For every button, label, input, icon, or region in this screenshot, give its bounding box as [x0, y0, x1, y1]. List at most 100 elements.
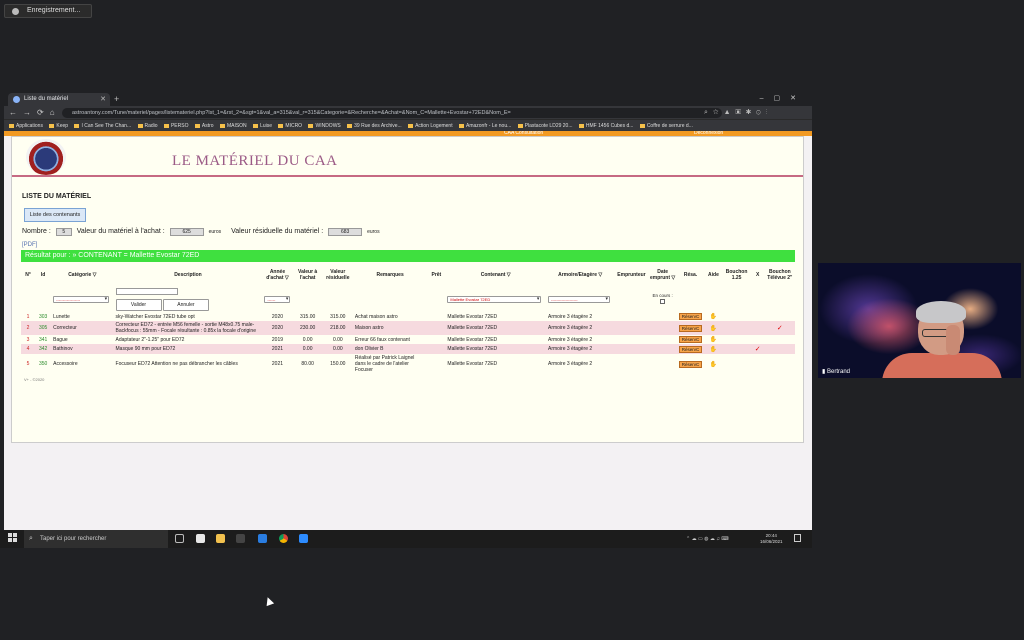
row-description: Adaptateur 2"-1.25" pour ED72	[113, 335, 263, 344]
row-container: Mallette Evostar 72ED	[445, 354, 546, 374]
bookmark[interactable]: PERSO	[164, 123, 189, 129]
col-cabinet[interactable]: Armoire/Etagère ▽	[546, 264, 614, 286]
year-filter-select[interactable]: ------	[264, 295, 291, 303]
col-purchase-value: Valeur à l'achat	[298, 269, 318, 281]
extension-icons[interactable]: ⌕☆▲▣✱⊙⋮	[704, 106, 772, 119]
bookmark[interactable]: I Can See The Chan...	[74, 123, 131, 129]
new-tab-button[interactable]: +	[114, 92, 119, 106]
bookmark[interactable]: Coffre de serrure d...	[640, 123, 693, 129]
cabinet-filter-select[interactable]: --------------------	[547, 295, 610, 303]
nav-buttons[interactable]: ←→⟳⌂	[9, 106, 61, 119]
row-category: Lunette	[51, 312, 114, 321]
row-id[interactable]: 342	[35, 344, 52, 354]
task-view-icon[interactable]	[175, 534, 184, 543]
row-container: Mallette Evostar 72ED	[445, 335, 546, 344]
equipment-table: N° Id Catégorie ▽ Description Année d'ac…	[21, 264, 795, 374]
participant-name: ▮ Bertrand	[822, 368, 850, 375]
table-row[interactable]: 1 303 Lunette sky-Watcher Evostar 72ED t…	[21, 312, 795, 321]
system-tray[interactable]: ⌃ ☁ ▭ ◍ ☁ ♫ ⌨	[686, 530, 729, 548]
table-row[interactable]: 2 305 Correcteur Correcteur ED72 - entré…	[21, 321, 795, 335]
pdf-link[interactable]: [PDF]	[22, 242, 37, 248]
help-icon[interactable]: ✋	[710, 326, 717, 332]
reserve-button[interactable]: RéservC	[678, 336, 703, 343]
col-container[interactable]: Contenant ▽	[445, 264, 546, 286]
taskbar-search[interactable]: ⌕ Taper ici pour rechercher	[24, 530, 168, 548]
signal-icon: ▮	[822, 369, 826, 375]
description-filter-input[interactable]	[115, 287, 178, 295]
row-id[interactable]: 350	[35, 354, 52, 374]
row-x-check	[750, 321, 765, 335]
reserve-button[interactable]: RéservC	[678, 345, 703, 353]
table-row[interactable]: 3 341 Bague Adaptateur 2"-1.25" pour ED7…	[21, 335, 795, 344]
bookmark[interactable]: Radio	[138, 123, 158, 129]
section-title: LISTE DU MATÉRIEL	[22, 193, 92, 200]
tab-liste-materiel[interactable]: Liste du matériel ✕	[8, 93, 110, 106]
tab-title: Liste du matériel	[24, 96, 69, 102]
browser-window: Liste du matériel ✕ + –▢✕ ←→⟳⌂ astroanto…	[4, 92, 812, 530]
bookmark[interactable]: Keep	[49, 123, 68, 129]
col-loan-date[interactable]: Date emprunt ▽	[649, 264, 677, 286]
table-row[interactable]: 4 342 Bathinov Masque 90 mm pour ED72 20…	[21, 344, 795, 354]
cancel-button[interactable]: Annuler	[162, 298, 209, 311]
col-residual-value: Valeur résiduelle	[326, 269, 350, 281]
col-description: Description	[174, 272, 202, 278]
bookmark[interactable]: 39 Rue des Archive...	[347, 123, 402, 129]
mouse-cursor	[263, 595, 275, 607]
participant-hand	[946, 325, 960, 355]
col-remarks: Remarques	[376, 272, 404, 278]
app-icon[interactable]	[236, 534, 245, 543]
bookmark[interactable]: Luise	[253, 123, 272, 129]
clock[interactable]: 20:44 16/06/2021	[760, 533, 783, 545]
notifications-icon[interactable]	[794, 534, 801, 542]
bookmark[interactable]: Astro	[195, 123, 214, 129]
address-bar[interactable]: astroantony.com/Tune/materiel/pages/list…	[62, 108, 722, 118]
bookmark[interactable]: Amazonfr - Le nou...	[459, 123, 511, 129]
col-year[interactable]: Année d'achat ▽	[262, 264, 292, 286]
row-id[interactable]: 341	[35, 335, 52, 344]
row-cabinet: Armoire 3 étagère 2	[545, 344, 615, 354]
help-icon[interactable]: ✋	[710, 314, 717, 320]
row-x-check: ✓	[750, 344, 765, 354]
row-televue-check	[764, 335, 795, 344]
row-id[interactable]: 303	[35, 312, 52, 321]
table-row[interactable]: 5 350 Accessoire Focuseur ED72 Attention…	[21, 354, 795, 374]
reserve-button[interactable]: RéservC	[678, 324, 703, 332]
container-filter-select[interactable]: Mallette Evostar 72ED	[447, 295, 542, 303]
bookmark[interactable]: Applications	[9, 123, 43, 129]
row-category: Correcteur	[51, 321, 114, 335]
category-filter-select[interactable]: ------------------	[53, 295, 110, 303]
bookmark[interactable]: WINDOWS	[308, 123, 340, 129]
row-id[interactable]: 305	[35, 321, 52, 335]
zoom-icon[interactable]	[299, 534, 308, 543]
bookmark[interactable]: MAISON	[220, 123, 247, 129]
row-container: Mallette Evostar 72ED	[445, 312, 546, 321]
col-category[interactable]: Catégorie ▽	[51, 264, 113, 286]
store-icon[interactable]	[196, 534, 205, 543]
reserve-button[interactable]: RéservC	[678, 360, 703, 368]
validate-button[interactable]: Valider	[115, 298, 162, 311]
tab-strip: Liste du matériel ✕ + –▢✕	[4, 92, 812, 106]
bookmark[interactable]: HMF 1456 Cubes d...	[579, 123, 634, 129]
purchase-value-label: Valeur du matériel à l'achat :	[76, 228, 165, 235]
bookmark[interactable]: Plastacote LD29 20...	[518, 123, 573, 129]
mail-icon[interactable]	[258, 534, 267, 543]
close-tab-icon[interactable]: ✕	[100, 93, 106, 106]
chrome-icon[interactable]	[279, 534, 288, 543]
row-year: 2019	[262, 335, 293, 344]
row-category: Bague	[51, 335, 114, 344]
windows-start-icon[interactable]	[8, 533, 17, 542]
help-icon[interactable]: ✋	[710, 362, 717, 368]
row-purchase-value: 315.00	[292, 312, 323, 321]
bookmark[interactable]: Action Logement	[408, 123, 453, 129]
row-x-check	[750, 335, 765, 344]
window-controls[interactable]: –▢✕	[760, 92, 806, 106]
in-progress-checkbox[interactable]	[660, 298, 666, 304]
help-icon[interactable]: ✋	[710, 347, 717, 353]
list-containers-button[interactable]: Liste des contenants	[24, 208, 86, 222]
file-explorer-icon[interactable]	[216, 534, 225, 543]
row-number: 3	[21, 335, 36, 344]
row-year: 2020	[262, 321, 293, 335]
bookmark[interactable]: MICRO	[278, 123, 302, 129]
reserve-button[interactable]: RéservC	[678, 313, 703, 320]
help-icon[interactable]: ✋	[710, 337, 717, 343]
